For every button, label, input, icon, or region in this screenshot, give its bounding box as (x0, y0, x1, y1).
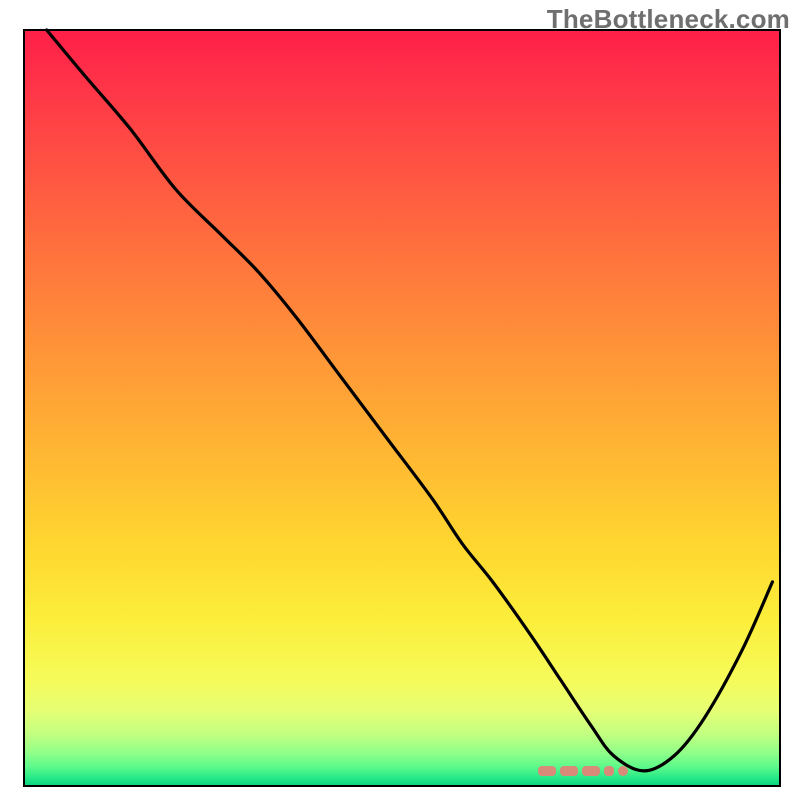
marker-segment (538, 766, 556, 776)
marker-segment (582, 766, 600, 776)
bottleneck-chart (0, 0, 800, 800)
marker-segment (560, 766, 578, 776)
highlight-range-markers (538, 766, 629, 776)
marker-segment (604, 766, 614, 776)
marker-dot (618, 766, 628, 776)
chart-container: TheBottleneck.com (0, 0, 800, 800)
